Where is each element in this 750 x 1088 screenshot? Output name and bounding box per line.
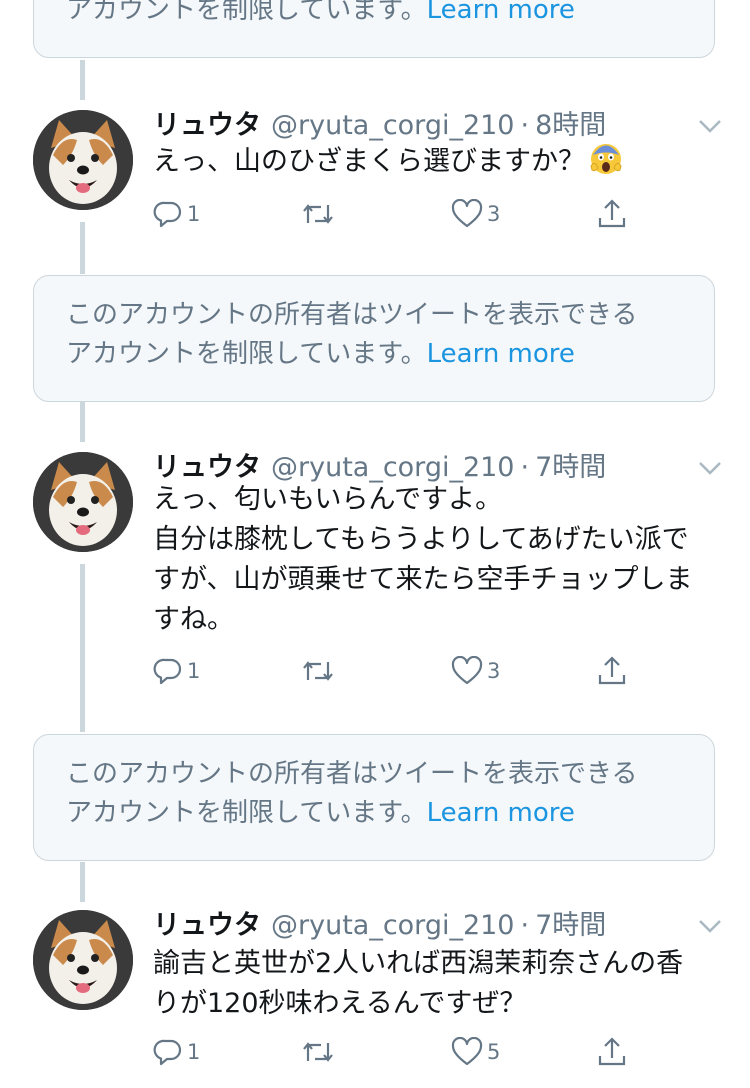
like-button[interactable]: 5 (451, 1032, 500, 1072)
like-count: 5 (487, 1040, 501, 1064)
notice-line-2: アカウントを制限しています。 (66, 339, 427, 369)
thread-line (80, 60, 85, 100)
learn-more-link[interactable]: Learn more (427, 0, 575, 25)
separator-dot: · (520, 910, 530, 941)
separator-dot: · (520, 452, 530, 483)
user-handle[interactable]: @ryuta_corgi_210 (271, 110, 515, 141)
tweet-actions: 1 3 (153, 651, 643, 691)
reply-button[interactable]: 1 (153, 651, 200, 691)
share-button[interactable] (597, 1032, 627, 1072)
avatar[interactable] (33, 910, 133, 1010)
notice-text: アカウントを制限しています。 (66, 0, 427, 25)
thread-line (80, 564, 85, 732)
tweet-text: えっ、山のひざまくら選びますか？ (153, 146, 585, 177)
face-screaming-in-fear-icon (590, 144, 622, 174)
retweet-icon (303, 1042, 333, 1062)
chevron-down-icon[interactable] (698, 918, 722, 934)
tweet-actions: 1 5 (153, 1032, 643, 1072)
like-button[interactable]: 3 (451, 194, 500, 234)
avatar[interactable] (33, 110, 133, 210)
learn-more-link[interactable]: Learn more (427, 339, 575, 369)
share-icon (598, 1037, 626, 1066)
notice-line-1: このアカウントの所有者はツイートを表示できる (66, 759, 638, 789)
corgi-avatar-icon (33, 110, 133, 210)
heart-icon (451, 656, 483, 685)
reply-count: 1 (187, 659, 201, 683)
share-icon (598, 656, 626, 685)
reply-icon (153, 1039, 182, 1066)
avatar[interactable] (33, 452, 133, 552)
reply-icon (153, 201, 182, 228)
like-count: 3 (487, 202, 501, 226)
thread-line (80, 862, 85, 902)
timestamp[interactable]: 8時間 (535, 110, 606, 141)
learn-more-link[interactable]: Learn more (427, 798, 575, 828)
retweet-icon (303, 204, 333, 224)
retweet-button[interactable] (301, 194, 335, 234)
tweet-header: リュウタ @ryuta_corgi_210 · 7時間 (153, 906, 606, 946)
retweet-icon (303, 661, 333, 681)
tweet-header: リュウタ @ryuta_corgi_210 · 8時間 (153, 106, 606, 146)
reply-count: 1 (187, 202, 201, 226)
display-name[interactable]: リュウタ (153, 110, 261, 141)
notice-line-1: このアカウントの所有者はツイートを表示できる (66, 300, 638, 330)
thread-line (80, 222, 85, 274)
tweet-text: えっ、匂いもいらんですよ。 自分は膝枕してもらうよりしてあげたい派で すが、山が… (153, 484, 693, 635)
share-button[interactable] (597, 194, 627, 234)
restricted-notice: このアカウントの所有者はツイートを表示できる アカウントを制限しています。Lea… (33, 275, 715, 402)
like-button[interactable]: 3 (451, 651, 500, 691)
display-name[interactable]: リュウタ (153, 910, 261, 941)
reply-button[interactable]: 1 (153, 194, 200, 234)
restricted-notice: アカウントを制限しています。Learn more (33, 0, 715, 58)
heart-icon (451, 1037, 483, 1066)
reply-icon (153, 658, 182, 685)
reply-button[interactable]: 1 (153, 1032, 200, 1072)
separator-dot: · (520, 110, 530, 141)
retweet-button[interactable] (301, 651, 335, 691)
timestamp[interactable]: 7時間 (535, 452, 606, 483)
notice-line-2: アカウントを制限しています。 (66, 798, 427, 828)
corgi-avatar-icon (33, 452, 133, 552)
chevron-down-icon[interactable] (698, 118, 722, 134)
chevron-down-icon[interactable] (698, 460, 722, 476)
display-name[interactable]: リュウタ (153, 452, 261, 483)
like-count: 3 (487, 659, 501, 683)
timestamp[interactable]: 7時間 (535, 910, 606, 941)
user-handle[interactable]: @ryuta_corgi_210 (271, 452, 515, 483)
share-button[interactable] (597, 651, 627, 691)
retweet-button[interactable] (301, 1032, 335, 1072)
tweet-text-wrap: えっ、山のひざまくら選びますか？ (153, 142, 723, 182)
tweet-text: 諭吉と英世が2人いれば西潟茉莉奈さんの香 りが120秒味わえるんですぜ？ (153, 948, 684, 1019)
restricted-notice: このアカウントの所有者はツイートを表示できる アカウントを制限しています。Lea… (33, 734, 715, 861)
user-handle[interactable]: @ryuta_corgi_210 (271, 910, 515, 941)
heart-icon (451, 199, 483, 228)
corgi-avatar-icon (33, 910, 133, 1010)
reply-count: 1 (187, 1040, 201, 1064)
share-icon (598, 199, 626, 228)
thread-line (80, 402, 85, 442)
tweet-actions: 1 3 (153, 194, 643, 234)
